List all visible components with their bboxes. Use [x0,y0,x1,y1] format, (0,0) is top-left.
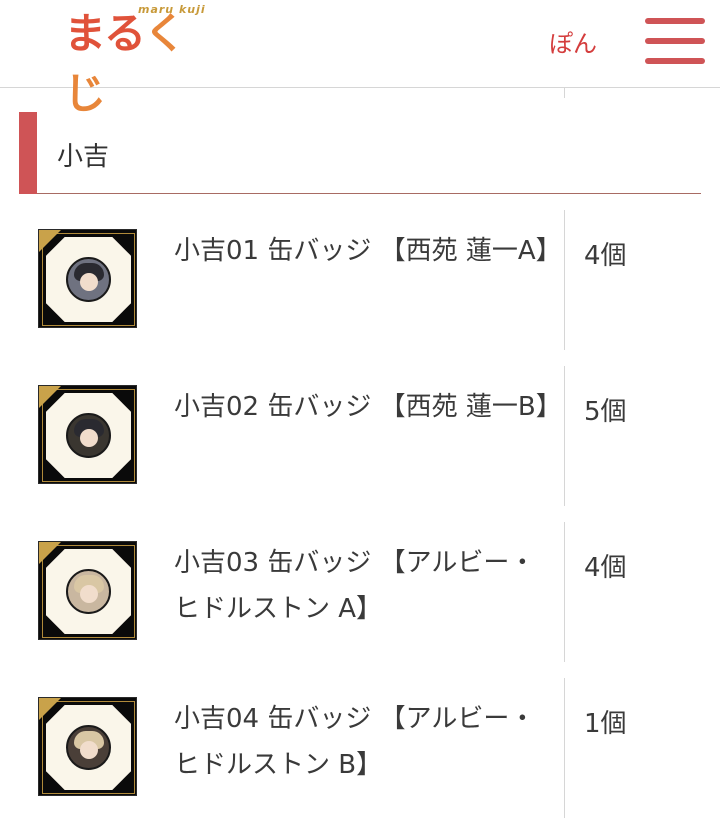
menu-bar [645,38,705,44]
badge-portrait-icon [66,569,111,614]
logo-char: じ [64,69,106,118]
points-label[interactable]: ぽん [549,24,597,59]
logo-roman-text: maru kuji [138,3,206,16]
logo-wordmark: まるくじ [64,4,224,124]
heading-accent-bar [19,112,37,194]
badge-portrait-icon [66,257,111,302]
column-divider-top [564,88,565,98]
menu-bar [645,58,705,64]
column-divider [564,366,565,506]
prize-name: 小吉01 缶バッジ 【西苑 蓮一A】 [174,236,562,266]
section-title: 小吉 [57,142,110,172]
prize-item[interactable]: 小吉04 缶バッジ 【アルビー・ヒドルストン B】 1個 [0,678,720,818]
prize-name: 小吉03 缶バッジ 【アルビー・ヒドルストン A】 [174,548,536,624]
logo-char: る [104,9,146,58]
menu-bar [645,18,705,24]
prize-item[interactable]: 小吉02 缶バッジ 【西苑 蓮一B】 5個 [0,366,720,506]
column-divider [564,522,565,662]
can-badge-thumbnail[interactable] [38,229,137,328]
site-header: まるくじ maru kuji ぽん [0,0,720,118]
face-shape [80,429,98,447]
column-divider [564,678,565,818]
can-badge-thumbnail[interactable] [38,541,137,640]
logo-char: く [144,9,186,58]
logo-char: ま [64,9,106,58]
hamburger-menu-icon[interactable] [645,18,705,64]
prize-quantity: 1個 [584,709,627,739]
face-shape [80,585,98,603]
prize-quantity: 5個 [584,397,627,427]
badge-portrait-icon [66,413,111,458]
prize-item[interactable]: 小吉03 缶バッジ 【アルビー・ヒドルストン A】 4個 [0,522,720,662]
prize-item[interactable]: 小吉01 缶バッジ 【西苑 蓮一A】 4個 [0,210,720,350]
badge-portrait-icon [66,725,111,770]
prize-name: 小吉04 缶バッジ 【アルビー・ヒドルストン B】 [174,704,536,780]
section-heading: 小吉 [19,112,701,194]
maru-kuji-logo[interactable]: まるくじ maru kuji [64,0,224,118]
prize-name: 小吉02 缶バッジ 【西苑 蓮一B】 [174,392,562,422]
can-badge-thumbnail[interactable] [38,385,137,484]
can-badge-thumbnail[interactable] [38,697,137,796]
prize-quantity: 4個 [584,241,627,271]
column-divider [564,210,565,350]
prize-quantity: 4個 [584,553,627,583]
face-shape [80,273,98,291]
face-shape [80,741,98,759]
